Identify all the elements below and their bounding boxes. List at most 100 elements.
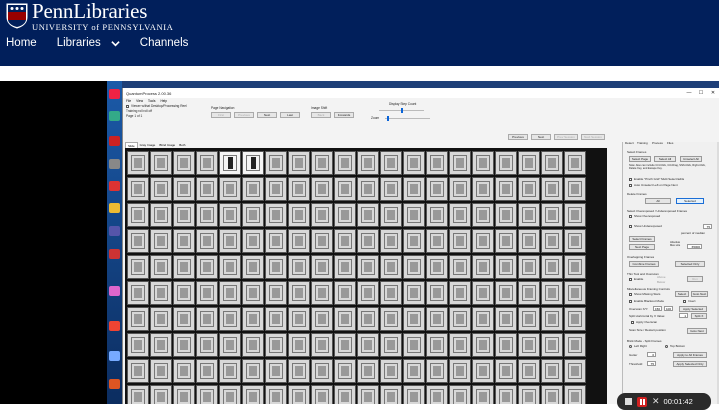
frame-thumbnail[interactable] <box>357 203 379 227</box>
frame-thumbnail[interactable] <box>403 177 425 201</box>
select-all-button[interactable]: Select All <box>654 156 676 162</box>
frame-thumbnail[interactable] <box>426 307 448 331</box>
apply-overscan-checkbox[interactable] <box>631 321 634 324</box>
frame-thumbnail[interactable] <box>242 229 264 253</box>
frame-thumbnail[interactable] <box>426 281 448 305</box>
frame-thumbnail[interactable] <box>265 307 287 331</box>
frame-thumbnail[interactable] <box>288 333 310 357</box>
show-missing-checkbox[interactable] <box>629 293 632 296</box>
penn-libraries-logo[interactable]: PennLibraries UNIVERSITY of PENNSYLVANIA <box>6 0 173 31</box>
frame-thumbnail[interactable] <box>426 229 448 253</box>
frame-thumbnail[interactable] <box>265 385 287 404</box>
first-page-button[interactable]: First <box>211 112 231 118</box>
frame-thumbnail[interactable] <box>311 177 333 201</box>
frame-thumbnail[interactable] <box>380 229 402 253</box>
frame-thumbnail[interactable] <box>196 281 218 305</box>
frame-thumbnail[interactable] <box>173 151 195 175</box>
selected-only-button[interactable]: Selected Only <box>675 261 705 267</box>
frame-thumbnail[interactable] <box>357 385 379 404</box>
frame-thumbnail[interactable] <box>518 385 540 404</box>
frame-thumbnail[interactable] <box>127 359 149 383</box>
frame-thumbnail[interactable] <box>196 203 218 227</box>
frame-thumbnail[interactable] <box>219 385 241 404</box>
frame-thumbnail[interactable] <box>150 229 172 253</box>
frame-thumbnail[interactable] <box>219 333 241 357</box>
menu-file[interactable]: File <box>126 99 131 103</box>
frame-thumbnail[interactable] <box>495 229 517 253</box>
thin-run-button[interactable]: Run <box>687 276 703 282</box>
frame-thumbnail[interactable] <box>219 229 241 253</box>
frame-thumbnail[interactable] <box>311 307 333 331</box>
frame-thumbnail[interactable] <box>449 151 471 175</box>
apply-selected-button[interactable]: Apply Selected <box>679 306 707 312</box>
frame-thumbnail[interactable] <box>449 385 471 404</box>
frame-thumbnail[interactable] <box>265 359 287 383</box>
side-tab-detect[interactable]: Detect <box>625 141 634 145</box>
next-button[interactable]: Next <box>531 134 551 140</box>
below-option[interactable]: Below <box>657 280 665 284</box>
frame-thumbnail[interactable] <box>196 229 218 253</box>
frame-thumbnail[interactable] <box>403 333 425 357</box>
frame-thumbnail[interactable] <box>495 151 517 175</box>
frame-thumbnail[interactable] <box>518 333 540 357</box>
frame-thumbnail[interactable] <box>127 333 149 357</box>
next-session-button[interactable]: Next Session <box>581 134 605 140</box>
frame-thumbnail[interactable] <box>196 333 218 357</box>
frame-thumbnail[interactable] <box>380 385 402 404</box>
viewer-checkbox[interactable] <box>126 105 129 108</box>
frame-thumbnail[interactable] <box>426 255 448 279</box>
nav-home[interactable]: Home <box>6 37 37 49</box>
frame-thumbnail[interactable] <box>127 177 149 201</box>
frame-thumbnail[interactable] <box>495 177 517 201</box>
frame-thumbnail[interactable] <box>196 255 218 279</box>
frame-thumbnail[interactable] <box>518 307 540 331</box>
frame-thumbnail[interactable] <box>518 255 540 279</box>
side-tab-files[interactable]: Files <box>667 141 673 145</box>
frame-thumbnail[interactable] <box>127 255 149 279</box>
frame-thumbnail[interactable] <box>357 359 379 383</box>
nav-channels[interactable]: Channels <box>140 37 189 49</box>
frame-thumbnail[interactable] <box>242 307 264 331</box>
frame-thumbnail[interactable] <box>495 385 517 404</box>
frame-thumbnail[interactable] <box>219 177 241 201</box>
frame-thumbnail[interactable] <box>242 385 264 404</box>
frame-thumbnail[interactable] <box>426 203 448 227</box>
frame-thumbnail[interactable] <box>242 281 264 305</box>
film-strip-viewer[interactable] <box>125 148 607 404</box>
frame-thumbnail[interactable] <box>242 333 264 357</box>
frame-thumbnail[interactable] <box>265 151 287 175</box>
frame-thumbnail[interactable] <box>150 255 172 279</box>
close-icon[interactable]: ✕ <box>652 396 660 407</box>
frame-thumbnail[interactable] <box>173 177 195 201</box>
frame-thumbnail[interactable] <box>472 203 494 227</box>
frame-thumbnail[interactable] <box>403 307 425 331</box>
frame-thumbnail[interactable] <box>449 177 471 201</box>
frame-thumbnail[interactable] <box>380 307 402 331</box>
delete-selected-button[interactable]: Selected <box>676 198 704 204</box>
frame-thumbnail[interactable] <box>334 307 356 331</box>
frame-thumbnail[interactable] <box>196 177 218 201</box>
frame-thumbnail[interactable] <box>219 203 241 227</box>
next-page-button[interactable]: Next <box>257 112 277 118</box>
frame-thumbnail[interactable] <box>173 229 195 253</box>
frame-thumbnail[interactable] <box>311 333 333 357</box>
maximize-button[interactable]: ☐ <box>695 90 707 96</box>
frame-thumbnail[interactable] <box>173 385 195 404</box>
frame-thumbnail[interactable] <box>518 203 540 227</box>
frame-thumbnail[interactable] <box>357 333 379 357</box>
show-underexposed-checkbox[interactable] <box>629 225 632 228</box>
frame-thumbnail[interactable] <box>288 151 310 175</box>
frame-thumbnail[interactable] <box>150 333 172 357</box>
frame-thumbnail[interactable] <box>334 229 356 253</box>
frame-thumbnail[interactable] <box>288 307 310 331</box>
frame-thumbnail[interactable] <box>288 229 310 253</box>
frame-thumbnail[interactable] <box>380 359 402 383</box>
frame-thumbnail[interactable] <box>472 151 494 175</box>
frame-thumbnail[interactable] <box>311 385 333 404</box>
frame-thumbnail[interactable] <box>196 385 218 404</box>
frame-thumbnail[interactable] <box>219 281 241 305</box>
frame-thumbnail[interactable] <box>495 203 517 227</box>
minimize-button[interactable]: — <box>683 90 695 96</box>
frame-thumbnail[interactable] <box>403 255 425 279</box>
frame-thumbnail[interactable] <box>265 203 287 227</box>
